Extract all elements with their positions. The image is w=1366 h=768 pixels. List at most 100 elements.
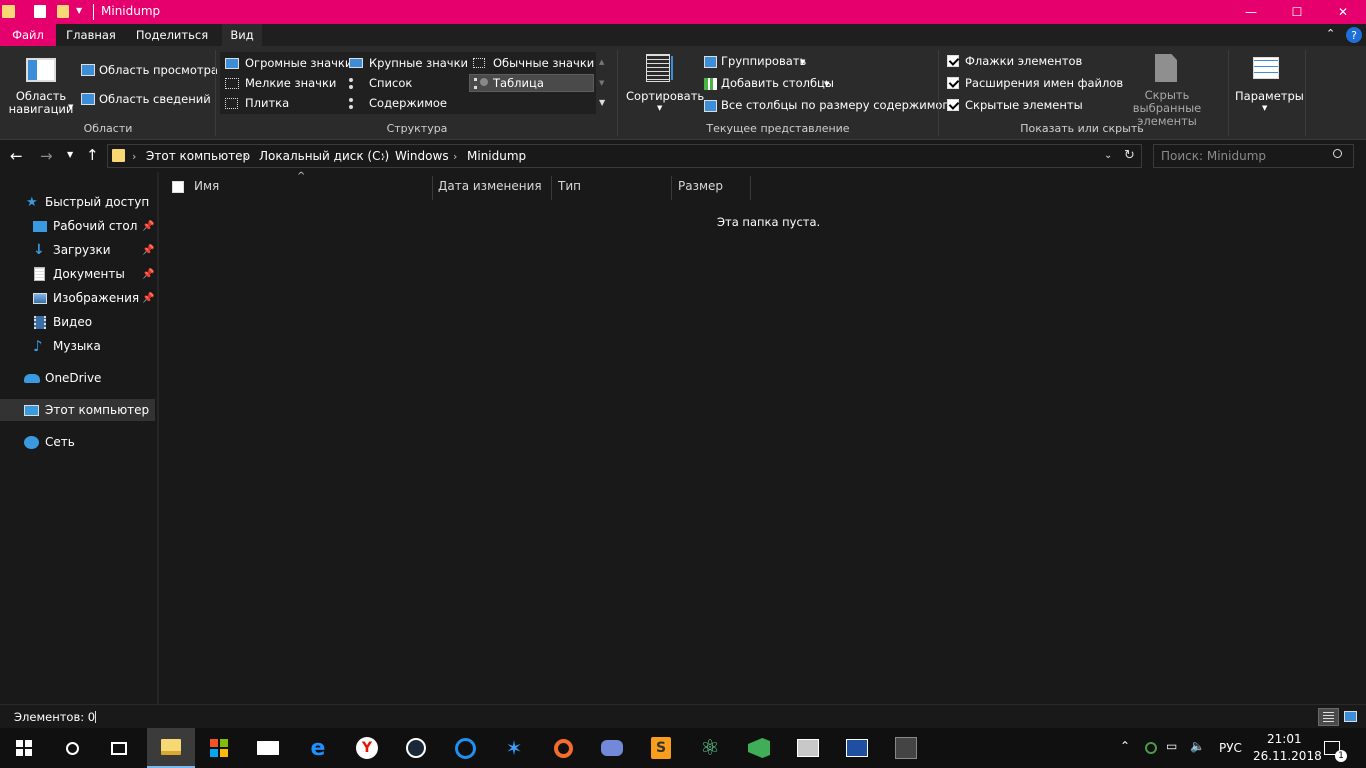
nav-documents[interactable]: Документы 📌 <box>0 263 155 285</box>
file-extensions-checkbox[interactable] <box>947 77 959 89</box>
taskbar-uplay[interactable] <box>441 728 489 768</box>
pin-icon[interactable]: 📌 <box>142 245 154 256</box>
taskbar-store[interactable] <box>195 728 243 768</box>
add-columns-dropdown-icon[interactable]: ▼ <box>824 80 829 88</box>
recent-locations-icon[interactable]: ▼ <box>67 150 73 159</box>
breadcrumb-windows[interactable]: Windows <box>395 140 449 172</box>
start-button[interactable] <box>0 728 48 768</box>
navigation-pane-icon[interactable] <box>26 58 56 82</box>
layout-tiles[interactable]: Плитка <box>245 96 289 110</box>
volume-tray-icon[interactable]: 🔈 <box>1190 739 1205 753</box>
item-checkboxes-checkbox[interactable] <box>947 55 959 67</box>
pin-icon[interactable]: 📌 <box>142 269 154 280</box>
clock-time[interactable]: 21:01 <box>1267 732 1302 746</box>
search-input[interactable]: Поиск: Minidump <box>1161 149 1266 163</box>
up-icon[interactable]: ↑ <box>86 146 99 164</box>
details-view-toggle-icon[interactable] <box>1318 708 1339 726</box>
nav-pane-dropdown-icon[interactable]: ▼ <box>68 103 73 111</box>
pin-icon[interactable]: 📌 <box>142 293 154 304</box>
breadcrumb-separator[interactable]: › <box>453 140 457 172</box>
clock-date[interactable]: 26.11.2018 <box>1253 749 1322 763</box>
size-all-columns-button[interactable]: Все столбцы по размеру содержимого <box>721 98 956 112</box>
tab-home[interactable]: Главная <box>58 24 124 46</box>
gallery-more-icon[interactable]: ▼ <box>599 98 605 107</box>
taskbar-sublime[interactable]: S <box>637 728 685 768</box>
back-icon[interactable]: ← <box>10 147 23 165</box>
layout-small-icons[interactable]: Мелкие значки <box>245 76 336 90</box>
hidden-items-checkbox[interactable] <box>947 99 959 111</box>
taskbar-rainbow-six[interactable] <box>882 728 930 768</box>
customize-qat-icon[interactable]: ▼ <box>76 6 86 18</box>
column-date-modified[interactable]: Дата изменения <box>438 172 542 200</box>
refresh-icon[interactable]: ↻ <box>1124 148 1135 163</box>
layout-content[interactable]: Содержимое <box>369 96 447 110</box>
column-name[interactable]: Имя <box>194 172 219 200</box>
nav-onedrive[interactable]: OneDrive <box>0 367 155 389</box>
column-divider[interactable] <box>432 176 433 200</box>
select-all-checkbox[interactable] <box>172 181 184 193</box>
taskbar-explorer[interactable] <box>147 728 195 768</box>
task-view-button[interactable] <box>95 728 143 768</box>
layout-large-icons[interactable]: Крупные значки <box>369 56 468 70</box>
breadcrumb-this-pc[interactable]: Этот компьютер <box>146 140 250 172</box>
taskbar-origin[interactable] <box>539 728 587 768</box>
input-language[interactable]: РУС <box>1219 741 1242 755</box>
nvidia-tray-icon[interactable] <box>1145 742 1157 754</box>
nav-quick-access[interactable]: ★ Быстрый доступ <box>0 191 155 213</box>
nav-music[interactable]: ♪ Музыка <box>0 335 155 357</box>
minimize-button[interactable]: — <box>1228 0 1274 24</box>
maximize-button[interactable]: ☐ <box>1274 0 1320 24</box>
column-divider[interactable] <box>671 176 672 200</box>
taskbar-steam[interactable] <box>392 728 440 768</box>
nav-network[interactable]: Сеть <box>0 431 155 453</box>
show-hidden-icons[interactable]: ⌃ <box>1120 739 1130 753</box>
breadcrumb-minidump[interactable]: Minidump <box>467 140 526 172</box>
tab-share[interactable]: Поделиться <box>128 24 216 46</box>
breadcrumb-separator[interactable]: › <box>381 140 385 172</box>
taskbar-app-1[interactable] <box>784 728 832 768</box>
taskbar-visual-studio[interactable] <box>735 728 783 768</box>
gallery-scroll-up-icon[interactable]: ▲ <box>599 58 604 66</box>
preview-pane-button[interactable]: Область просмотра <box>99 63 218 77</box>
search-button[interactable] <box>48 728 96 768</box>
taskbar-battlenet[interactable]: ✶ <box>490 728 538 768</box>
search-icon[interactable] <box>1333 149 1342 158</box>
forward-icon[interactable]: → <box>40 147 53 165</box>
sort-button[interactable]: Сортировать <box>626 89 704 103</box>
breadcrumb-separator[interactable]: › <box>132 140 136 172</box>
layout-list[interactable]: Список <box>369 76 412 90</box>
properties-icon[interactable] <box>34 5 46 18</box>
options-dropdown-icon[interactable]: ▼ <box>1262 104 1267 112</box>
breadcrumb-separator[interactable]: › <box>244 140 248 172</box>
nav-downloads[interactable]: ↓ Загрузки 📌 <box>0 239 155 261</box>
add-columns-button[interactable]: Добавить столбцы <box>721 76 834 90</box>
breadcrumb-local-disk[interactable]: Локальный диск (C:) <box>259 140 389 172</box>
details-pane-button[interactable]: Область сведений <box>99 92 211 106</box>
taskbar-yandex[interactable]: Y <box>343 728 391 768</box>
title-bar[interactable]: ▼ Minidump — ☐ ✕ <box>0 0 1366 24</box>
layout-medium-icons[interactable]: Обычные значки <box>493 56 594 70</box>
column-divider[interactable] <box>551 176 552 200</box>
tab-view[interactable]: Вид <box>222 24 262 46</box>
layout-details[interactable]: Таблица <box>493 76 544 90</box>
taskbar-app-2[interactable] <box>833 728 881 768</box>
group-by-button[interactable]: Группировать <box>721 54 806 68</box>
layout-extra-large-icons[interactable]: Огромные значки <box>245 56 352 70</box>
pin-icon[interactable]: 📌 <box>142 221 154 232</box>
options-button[interactable]: Параметры <box>1235 89 1304 103</box>
network-tray-icon[interactable]: ▭ <box>1166 739 1177 753</box>
large-icons-toggle-icon[interactable] <box>1344 711 1357 722</box>
column-divider[interactable] <box>750 176 751 200</box>
group-by-dropdown-icon[interactable]: ▼ <box>800 58 805 66</box>
taskbar-discord[interactable] <box>588 728 636 768</box>
nav-videos[interactable]: Видео <box>0 311 155 333</box>
taskbar-atom[interactable]: ⚛ <box>686 728 734 768</box>
help-icon[interactable]: ? <box>1346 27 1362 43</box>
sort-dropdown-icon[interactable]: ▼ <box>657 104 662 112</box>
collapse-ribbon-icon[interactable]: ⌃ <box>1326 27 1340 43</box>
close-button[interactable]: ✕ <box>1320 0 1366 24</box>
preview-pane-icon[interactable] <box>81 64 95 76</box>
tab-file[interactable]: Файл <box>0 24 56 46</box>
column-type[interactable]: Тип <box>558 172 581 200</box>
nav-pane-button[interactable]: Область навигации <box>6 90 76 116</box>
